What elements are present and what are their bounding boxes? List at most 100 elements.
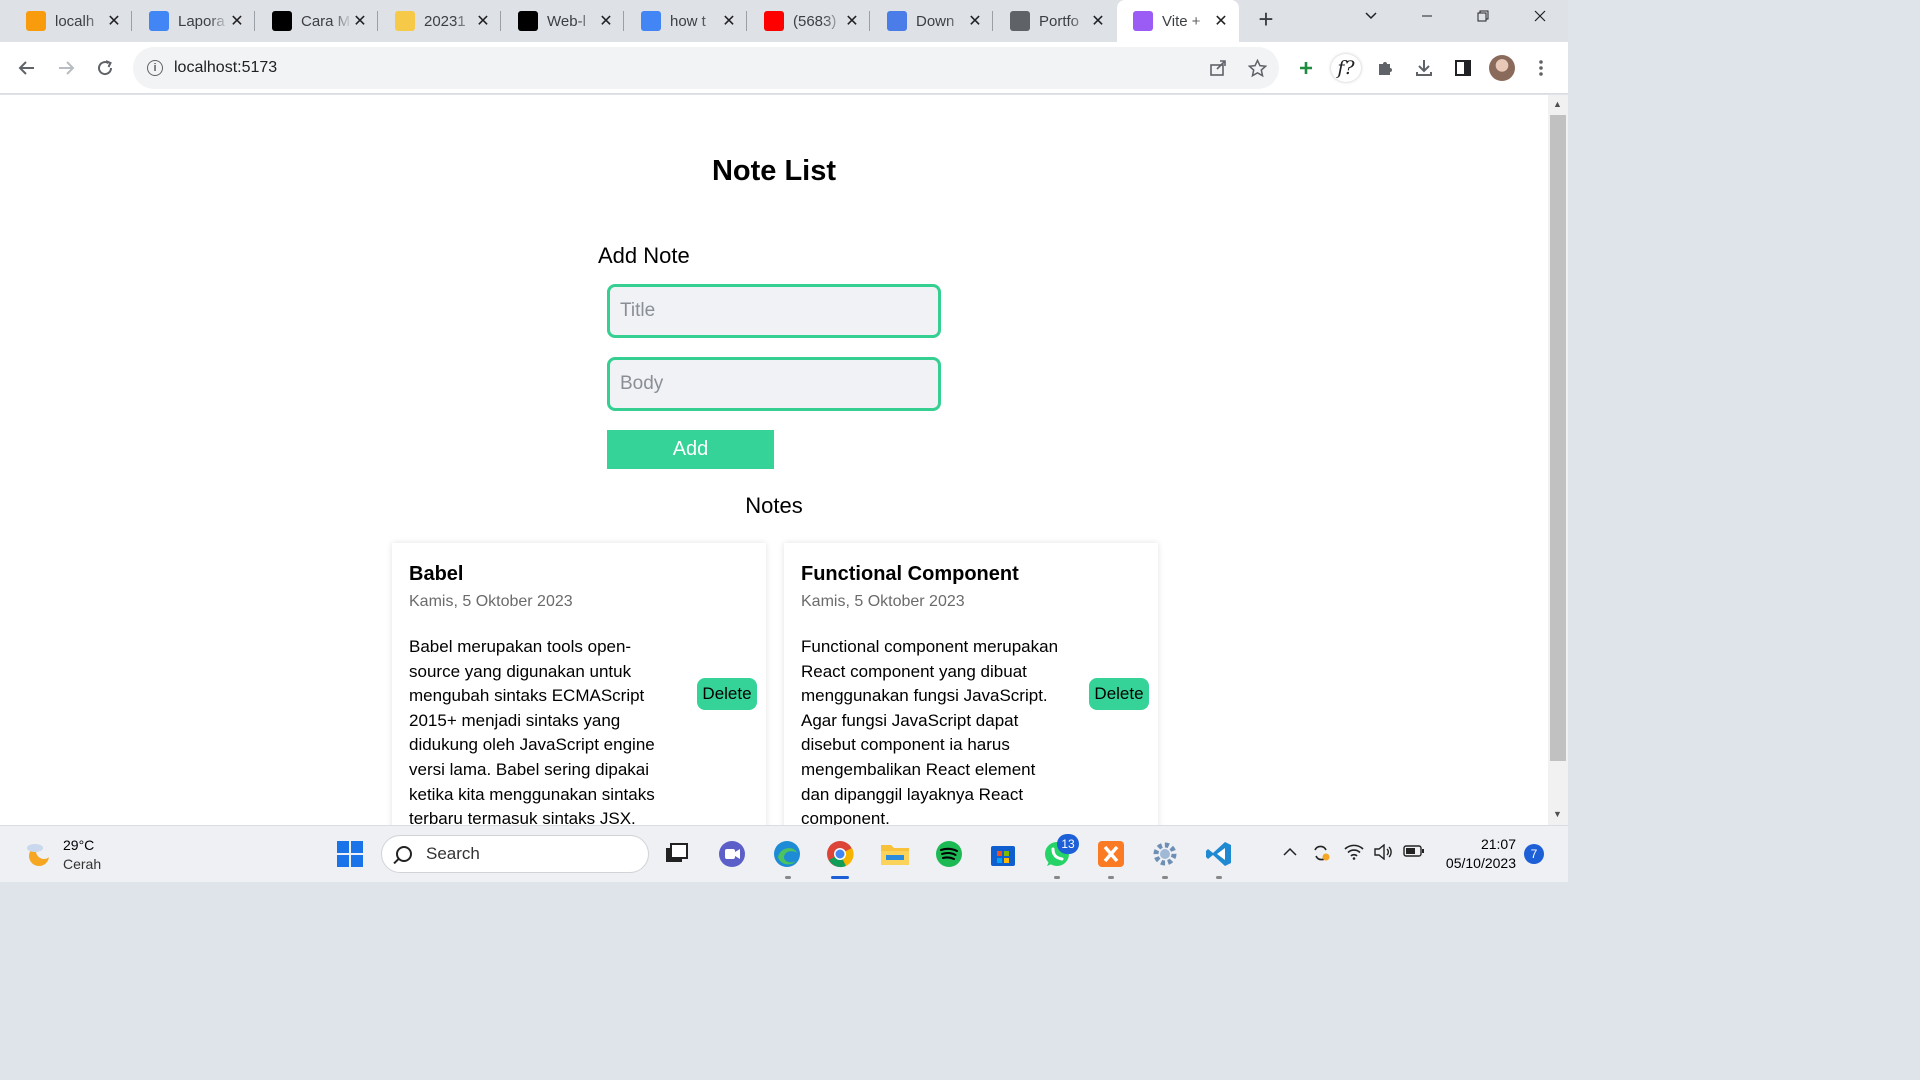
tab-separator (254, 11, 255, 31)
browser-tab[interactable]: Down ✕ (871, 0, 993, 42)
side-panel-icon[interactable] (1449, 54, 1477, 82)
tray-chevron-up-icon[interactable] (1282, 844, 1298, 865)
youtube-icon (764, 11, 784, 31)
browser-tab[interactable]: (5683) ✕ (748, 0, 870, 42)
browser-tab[interactable]: 20231 ✕ (379, 0, 501, 42)
bookmark-star-icon[interactable] (1246, 57, 1268, 79)
tab-close-icon[interactable]: ✕ (721, 11, 737, 31)
reload-icon[interactable] (91, 54, 119, 82)
taskbar-search[interactable]: Search (381, 835, 649, 873)
heart-icon (887, 11, 907, 31)
settings-gear-icon[interactable] (1149, 838, 1181, 870)
tab-title: Vite + (1162, 12, 1201, 30)
tab-close-icon[interactable]: ✕ (352, 11, 368, 31)
whatsapp-unread-badge: 13 (1057, 834, 1079, 854)
extension-plus-icon[interactable] (1292, 54, 1320, 82)
tab-title: Portfo (1039, 12, 1080, 30)
edge-browser-icon[interactable] (771, 838, 803, 870)
tab-close-icon[interactable]: ✕ (844, 11, 860, 31)
note-title: Functional Component (801, 563, 1019, 585)
site-info-icon[interactable]: i (147, 60, 163, 76)
browser-tab[interactable]: Lapora ✕ (133, 0, 255, 42)
delete-button[interactable]: Delete (1089, 678, 1149, 710)
github-icon (518, 11, 538, 31)
phpmyadmin-icon (26, 11, 46, 31)
scroll-up-arrow-icon[interactable]: ▲ (1553, 99, 1562, 109)
tab-separator (869, 11, 870, 31)
note-title: Babel (409, 563, 464, 585)
weather-moon-icon[interactable] (24, 840, 52, 868)
running-indicator (1162, 876, 1168, 879)
clock-date[interactable]: 05/10/2023 (1440, 855, 1516, 871)
note-body: Babel merupakan tools open-source yang d… (409, 637, 655, 825)
teams-chat-icon[interactable] (716, 838, 748, 870)
windows-start-icon[interactable] (334, 838, 366, 870)
scroll-down-arrow-icon[interactable]: ▼ (1553, 809, 1562, 819)
volume-icon[interactable] (1373, 843, 1393, 865)
restore-button[interactable] (1455, 0, 1511, 40)
body-input[interactable] (607, 357, 941, 411)
spotify-icon[interactable] (933, 838, 965, 870)
note-date: Kamis, 5 Oktober 2023 (409, 593, 573, 610)
search-label: Search (426, 844, 480, 863)
tab-close-icon[interactable]: ✕ (1090, 11, 1106, 31)
google-icon (641, 11, 661, 31)
microsoft-store-icon[interactable] (987, 838, 1019, 870)
tab-close-icon[interactable]: ✕ (229, 11, 245, 31)
weather-temperature[interactable]: 29°C (63, 837, 94, 853)
page-scrollbar[interactable]: ▲ ▼ (1548, 95, 1568, 825)
tab-title: localh (55, 12, 95, 30)
arrow-logo-icon (272, 11, 292, 31)
tab-close-icon[interactable]: ✕ (1213, 11, 1229, 31)
task-view-icon[interactable] (661, 838, 693, 870)
vscode-icon[interactable] (1203, 838, 1235, 870)
browser-tab[interactable]: localh ✕ (10, 0, 132, 42)
back-icon[interactable] (13, 54, 41, 82)
weather-condition[interactable]: Cerah (63, 856, 101, 872)
add-button[interactable]: Add (607, 430, 774, 469)
battery-icon[interactable] (1403, 844, 1425, 863)
tab-close-icon[interactable]: ✕ (598, 11, 614, 31)
sync-icon[interactable] (1311, 844, 1331, 867)
chrome-browser-icon[interactable] (824, 838, 856, 870)
tab-strip: localh ✕ Lapora ✕ Cara M ✕ 20231 ✕ Web-l ✕ how t ✕(… (0, 0, 1568, 42)
vite-icon (1133, 11, 1153, 31)
new-tab-button[interactable]: + (1252, 6, 1280, 34)
address-bar[interactable]: i localhost:5173 (133, 47, 1279, 89)
tab-close-icon[interactable]: ✕ (475, 11, 491, 31)
xampp-icon[interactable] (1095, 838, 1127, 870)
tab-search-icon[interactable] (1343, 0, 1399, 40)
running-indicator-active (831, 876, 849, 879)
scrollbar-thumb[interactable] (1550, 115, 1566, 761)
browser-tab[interactable]: Cara M ✕ (256, 0, 378, 42)
browser-tab[interactable]: Web-l ✕ (502, 0, 624, 42)
running-indicator (1054, 876, 1060, 879)
minimize-button[interactable] (1399, 0, 1455, 40)
formula-extension-icon[interactable]: f? (1331, 54, 1361, 82)
tab-title: Down (916, 12, 955, 30)
search-icon (396, 846, 412, 862)
share-icon[interactable] (1207, 57, 1229, 79)
tab-separator (746, 11, 747, 31)
browser-tab[interactable]: how t ✕ (625, 0, 747, 42)
browser-menu-icon[interactable] (1527, 54, 1555, 82)
clock-time[interactable]: 21:07 (1440, 836, 1516, 852)
title-input[interactable] (607, 284, 941, 338)
tab-separator (131, 11, 132, 31)
wifi-icon[interactable] (1344, 844, 1364, 865)
tab-close-icon[interactable]: ✕ (967, 11, 983, 31)
forward-icon[interactable] (52, 54, 80, 82)
notification-badge[interactable]: 7 (1524, 844, 1544, 864)
extensions-puzzle-icon[interactable] (1371, 54, 1399, 82)
close-window-button[interactable] (1512, 0, 1568, 40)
browser-tab[interactable]: Portfo ✕ (994, 0, 1116, 42)
browser-tab[interactable]: Vite + ✕ (1117, 0, 1239, 42)
delete-button[interactable]: Delete (697, 678, 757, 710)
download-icon[interactable] (1410, 54, 1438, 82)
profile-avatar[interactable] (1489, 55, 1515, 81)
windows-taskbar: 29°C Cerah Search 13 21:07 05/10/2023 7 (0, 825, 1568, 882)
running-indicator (1216, 876, 1222, 879)
file-explorer-icon[interactable] (879, 838, 911, 870)
tab-close-icon[interactable]: ✕ (106, 11, 122, 31)
tab-title: (5683) (793, 12, 837, 30)
